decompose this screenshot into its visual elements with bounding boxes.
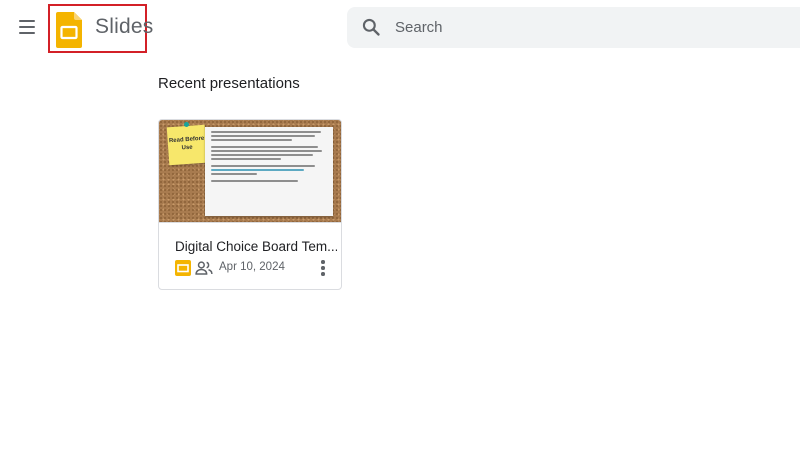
slides-icon xyxy=(175,260,191,276)
search-bar xyxy=(347,7,800,48)
slides-home-link[interactable]: Slides xyxy=(48,4,153,53)
thumbnail-page xyxy=(205,127,333,216)
presentation-thumbnail: Read Before Use xyxy=(159,120,341,223)
pin-icon xyxy=(184,122,189,127)
app-name: Slides xyxy=(95,15,154,38)
search-icon[interactable] xyxy=(361,17,381,37)
slides-logo-icon xyxy=(56,12,82,48)
presentation-meta: Apr 10, 2024 xyxy=(175,259,340,277)
presentation-date: Apr 10, 2024 xyxy=(219,261,285,273)
presentation-card[interactable]: Read Before Use Digital Choice Board Tem… xyxy=(158,119,342,290)
shared-icon xyxy=(195,261,213,275)
more-vert-icon[interactable] xyxy=(315,259,331,277)
section-title: Recent presentations xyxy=(158,75,300,92)
sticky-note: Read Before Use xyxy=(166,124,208,166)
app-header: Slides xyxy=(0,0,800,56)
main-menu-icon[interactable] xyxy=(14,14,40,40)
search-input[interactable] xyxy=(395,7,795,48)
presentation-title: Digital Choice Board Tem... xyxy=(175,239,337,254)
